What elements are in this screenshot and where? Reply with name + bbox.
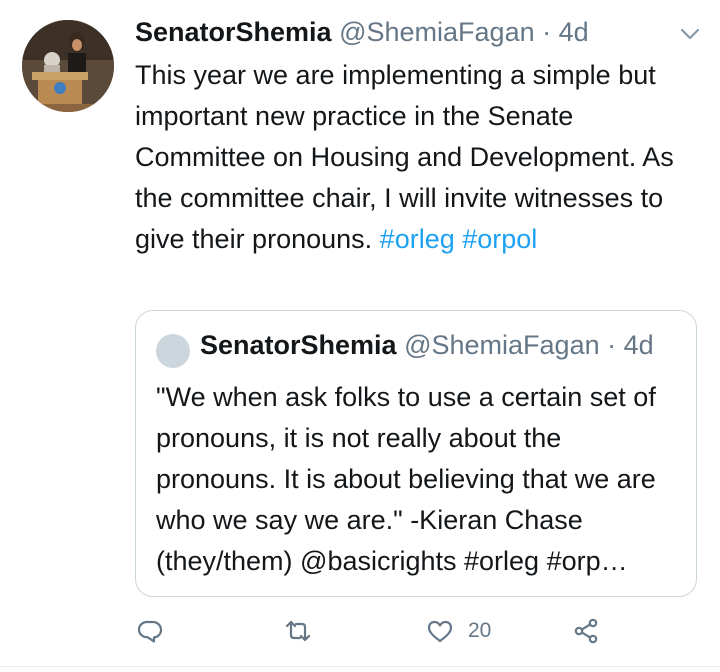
retweet-icon — [285, 620, 311, 642]
tweet-actions: 20 — [0, 606, 720, 656]
divider — [0, 666, 720, 667]
quoted-tweet-text: "We when ask folks to use a certain set … — [156, 382, 656, 576]
author-avatar[interactable] — [22, 20, 114, 112]
reply-icon — [137, 620, 163, 643]
quoted-author-avatar — [156, 334, 190, 368]
tweet-timestamp[interactable]: 4d — [559, 17, 589, 47]
heart-icon — [427, 620, 453, 643]
share-icon — [574, 618, 598, 644]
share-button[interactable] — [572, 616, 600, 646]
quoted-author-name: SenatorShemia — [200, 330, 397, 360]
separator: · — [607, 330, 617, 360]
chevron-down-icon[interactable] — [678, 22, 702, 46]
like-count: 20 — [468, 619, 492, 642]
author-name[interactable]: SenatorShemia — [135, 17, 332, 47]
author-handle[interactable]: @ShemiaFagan — [339, 17, 535, 47]
separator: · — [542, 17, 552, 47]
retweet-button[interactable] — [284, 616, 312, 646]
reply-button[interactable] — [136, 616, 164, 646]
quoted-tweet-card[interactable]: SenatorShemia @ShemiaFagan · 4d "We when… — [135, 310, 697, 597]
hashtag-link[interactable]: #orpol — [462, 224, 537, 254]
avatar-photo — [22, 20, 114, 112]
quoted-tweet-header: SenatorShemia @ShemiaFagan · 4d — [200, 327, 690, 363]
quoted-author-handle: @ShemiaFagan — [404, 330, 600, 360]
tweet-text: This year we are implementing a simple b… — [135, 55, 695, 260]
like-button[interactable]: 20 — [426, 616, 491, 646]
hashtag-link[interactable]: #orleg — [380, 224, 455, 254]
quoted-tweet-timestamp: 4d — [623, 330, 654, 360]
tweet-header: SenatorShemia @ShemiaFagan · 4d — [135, 14, 695, 50]
